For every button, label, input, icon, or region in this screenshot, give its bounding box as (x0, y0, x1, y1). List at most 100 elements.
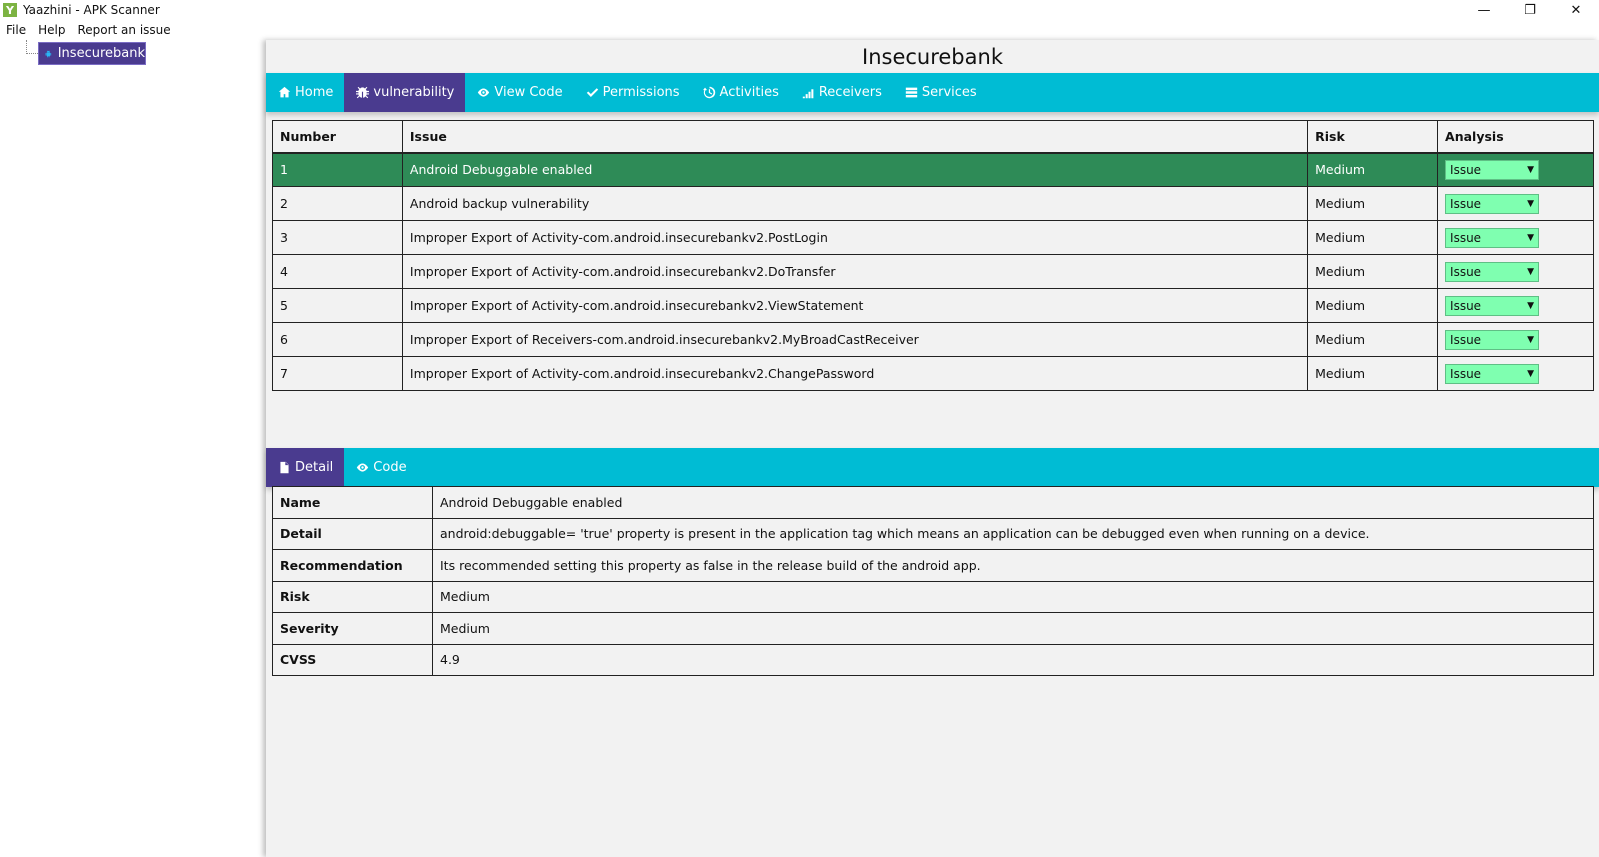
table-row[interactable]: 3 Improper Export of Activity-com.androi… (272, 220, 1594, 255)
analysis-select-value: Issue (1450, 264, 1482, 279)
window-controls: — ❐ ✕ (1461, 0, 1599, 20)
cell-analysis: Issue ▼ (1437, 186, 1594, 221)
tab-label: Permissions (602, 85, 680, 100)
header-number[interactable]: Number (272, 120, 403, 153)
header-risk[interactable]: Risk (1307, 120, 1439, 153)
maximize-button[interactable]: ❐ (1507, 0, 1553, 20)
vulnerability-table: Number Issue Risk Analysis 1 Android Deb… (272, 120, 1594, 391)
dropdown-arrow-icon: ▼ (1527, 164, 1535, 175)
detail-row-name: Name Android Debuggable enabled (272, 486, 1594, 519)
cell-analysis: Issue ▼ (1437, 356, 1594, 391)
tab-vulnerability[interactable]: vulnerability (344, 73, 466, 112)
list-icon (905, 87, 918, 98)
cell-issue: Improper Export of Activity-com.android.… (401, 356, 1309, 391)
tab-label: vulnerability (373, 85, 455, 100)
dropdown-arrow-icon: ▼ (1527, 232, 1535, 243)
table-row[interactable]: 7 Improper Export of Activity-com.androi… (272, 356, 1594, 391)
header-analysis[interactable]: Analysis (1437, 120, 1594, 153)
cell-number: 4 (272, 254, 403, 289)
tab-label: Code (373, 460, 407, 475)
minimize-button[interactable]: — (1461, 0, 1507, 20)
signal-icon (802, 89, 814, 99)
cell-analysis: Issue ▼ (1437, 220, 1594, 255)
cell-issue: Android backup vulnerability (401, 186, 1309, 221)
detail-label: Severity (272, 612, 433, 645)
analysis-select-value: Issue (1450, 332, 1482, 347)
tab-label: Home (295, 85, 334, 100)
detail-row-detail: Detail android:debuggable= 'true' proper… (272, 517, 1594, 550)
analysis-select-value: Issue (1450, 162, 1482, 177)
close-button[interactable]: ✕ (1553, 0, 1599, 20)
android-icon (45, 50, 52, 57)
bug-icon (356, 86, 370, 99)
table-row[interactable]: 5 Improper Export of Activity-com.androi… (272, 288, 1594, 323)
cell-risk: Medium (1307, 322, 1439, 357)
cell-issue: Improper Export of Activity-com.android.… (401, 220, 1309, 255)
analysis-select[interactable]: Issue ▼ (1445, 193, 1540, 214)
tab-label: Services (921, 85, 977, 100)
app-logo-icon: Y (3, 3, 17, 17)
analysis-select-value: Issue (1450, 298, 1482, 313)
tree-node-insecurebank[interactable]: Insecurebank (38, 42, 146, 65)
table-row[interactable]: 6 Improper Export of Receivers-com.andro… (272, 322, 1594, 357)
tab-label: Activities (719, 85, 779, 100)
cell-risk: Medium (1307, 152, 1439, 187)
dropdown-arrow-icon: ▼ (1527, 334, 1535, 345)
tab-detail[interactable]: Detail (266, 448, 345, 487)
cell-number: 6 (272, 322, 403, 357)
cell-number: 2 (272, 186, 403, 221)
detail-value: Medium (432, 580, 1594, 613)
cell-number: 1 (272, 152, 403, 187)
detail-value: Its recommended setting this property as… (432, 549, 1594, 582)
analysis-select[interactable]: Issue ▼ (1445, 227, 1540, 248)
tab-view-code[interactable]: View Code (465, 73, 573, 112)
table-row[interactable]: 1 Android Debuggable enabled Medium Issu… (272, 152, 1594, 187)
bottom-tab-bar: Detail Code (266, 448, 1599, 487)
analysis-select[interactable]: Issue ▼ (1445, 363, 1540, 384)
cell-issue: Improper Export of Activity-com.android.… (401, 288, 1309, 323)
file-icon (280, 461, 289, 474)
detail-label: Risk (272, 580, 433, 613)
cell-risk: Medium (1307, 356, 1439, 391)
menu-help[interactable]: Help (32, 23, 71, 37)
cell-number: 3 (272, 220, 403, 255)
tab-receivers[interactable]: Receivers (790, 73, 893, 112)
menu-file[interactable]: File (0, 23, 32, 37)
tree-connector (26, 40, 38, 54)
page-title: Insecurebank (862, 45, 1003, 69)
tab-activities[interactable]: Activities (691, 73, 790, 112)
table-row[interactable]: 4 Improper Export of Activity-com.androi… (272, 254, 1594, 289)
table-row[interactable]: 2 Android backup vulnerability Medium Is… (272, 186, 1594, 221)
tab-home[interactable]: Home (266, 73, 344, 112)
cell-number: 5 (272, 288, 403, 323)
tab-services[interactable]: Services (893, 73, 988, 112)
cell-issue: Improper Export of Receivers-com.android… (401, 322, 1309, 357)
header-issue[interactable]: Issue (401, 120, 1309, 153)
window-titlebar: Y Yaazhini - APK Scanner — ❐ ✕ (0, 0, 1599, 20)
detail-value: Android Debuggable enabled (432, 486, 1594, 519)
dropdown-arrow-icon: ▼ (1527, 198, 1535, 209)
cell-issue: Android Debuggable enabled (401, 152, 1309, 187)
detail-table: Name Android Debuggable enabled Detail a… (272, 486, 1594, 676)
detail-label: Detail (272, 517, 433, 550)
cell-analysis: Issue ▼ (1437, 322, 1594, 357)
detail-label: Recommendation (272, 549, 433, 582)
main-panel: Insecurebank Home vulnerability View Cod… (266, 40, 1599, 857)
analysis-select[interactable]: Issue ▼ (1445, 329, 1540, 350)
cell-analysis: Issue ▼ (1437, 288, 1594, 323)
analysis-select[interactable]: Issue ▼ (1445, 261, 1540, 282)
tab-label: Detail (295, 460, 334, 475)
detail-row-severity: Severity Medium (272, 612, 1594, 645)
check-icon (586, 88, 598, 97)
top-tab-bar: Home vulnerability View Code Permissions… (266, 73, 1599, 112)
analysis-select[interactable]: Issue ▼ (1445, 159, 1540, 180)
tab-code[interactable]: Code (344, 448, 417, 487)
tab-permissions[interactable]: Permissions (574, 73, 691, 112)
menu-report-issue[interactable]: Report an issue (71, 23, 176, 37)
detail-value: android:debuggable= 'true' property is p… (432, 517, 1594, 550)
cell-issue: Improper Export of Activity-com.android.… (401, 254, 1309, 289)
analysis-select[interactable]: Issue ▼ (1445, 295, 1540, 316)
detail-label: CVSS (272, 643, 433, 676)
cell-risk: Medium (1307, 220, 1439, 255)
cell-number: 7 (272, 356, 403, 391)
